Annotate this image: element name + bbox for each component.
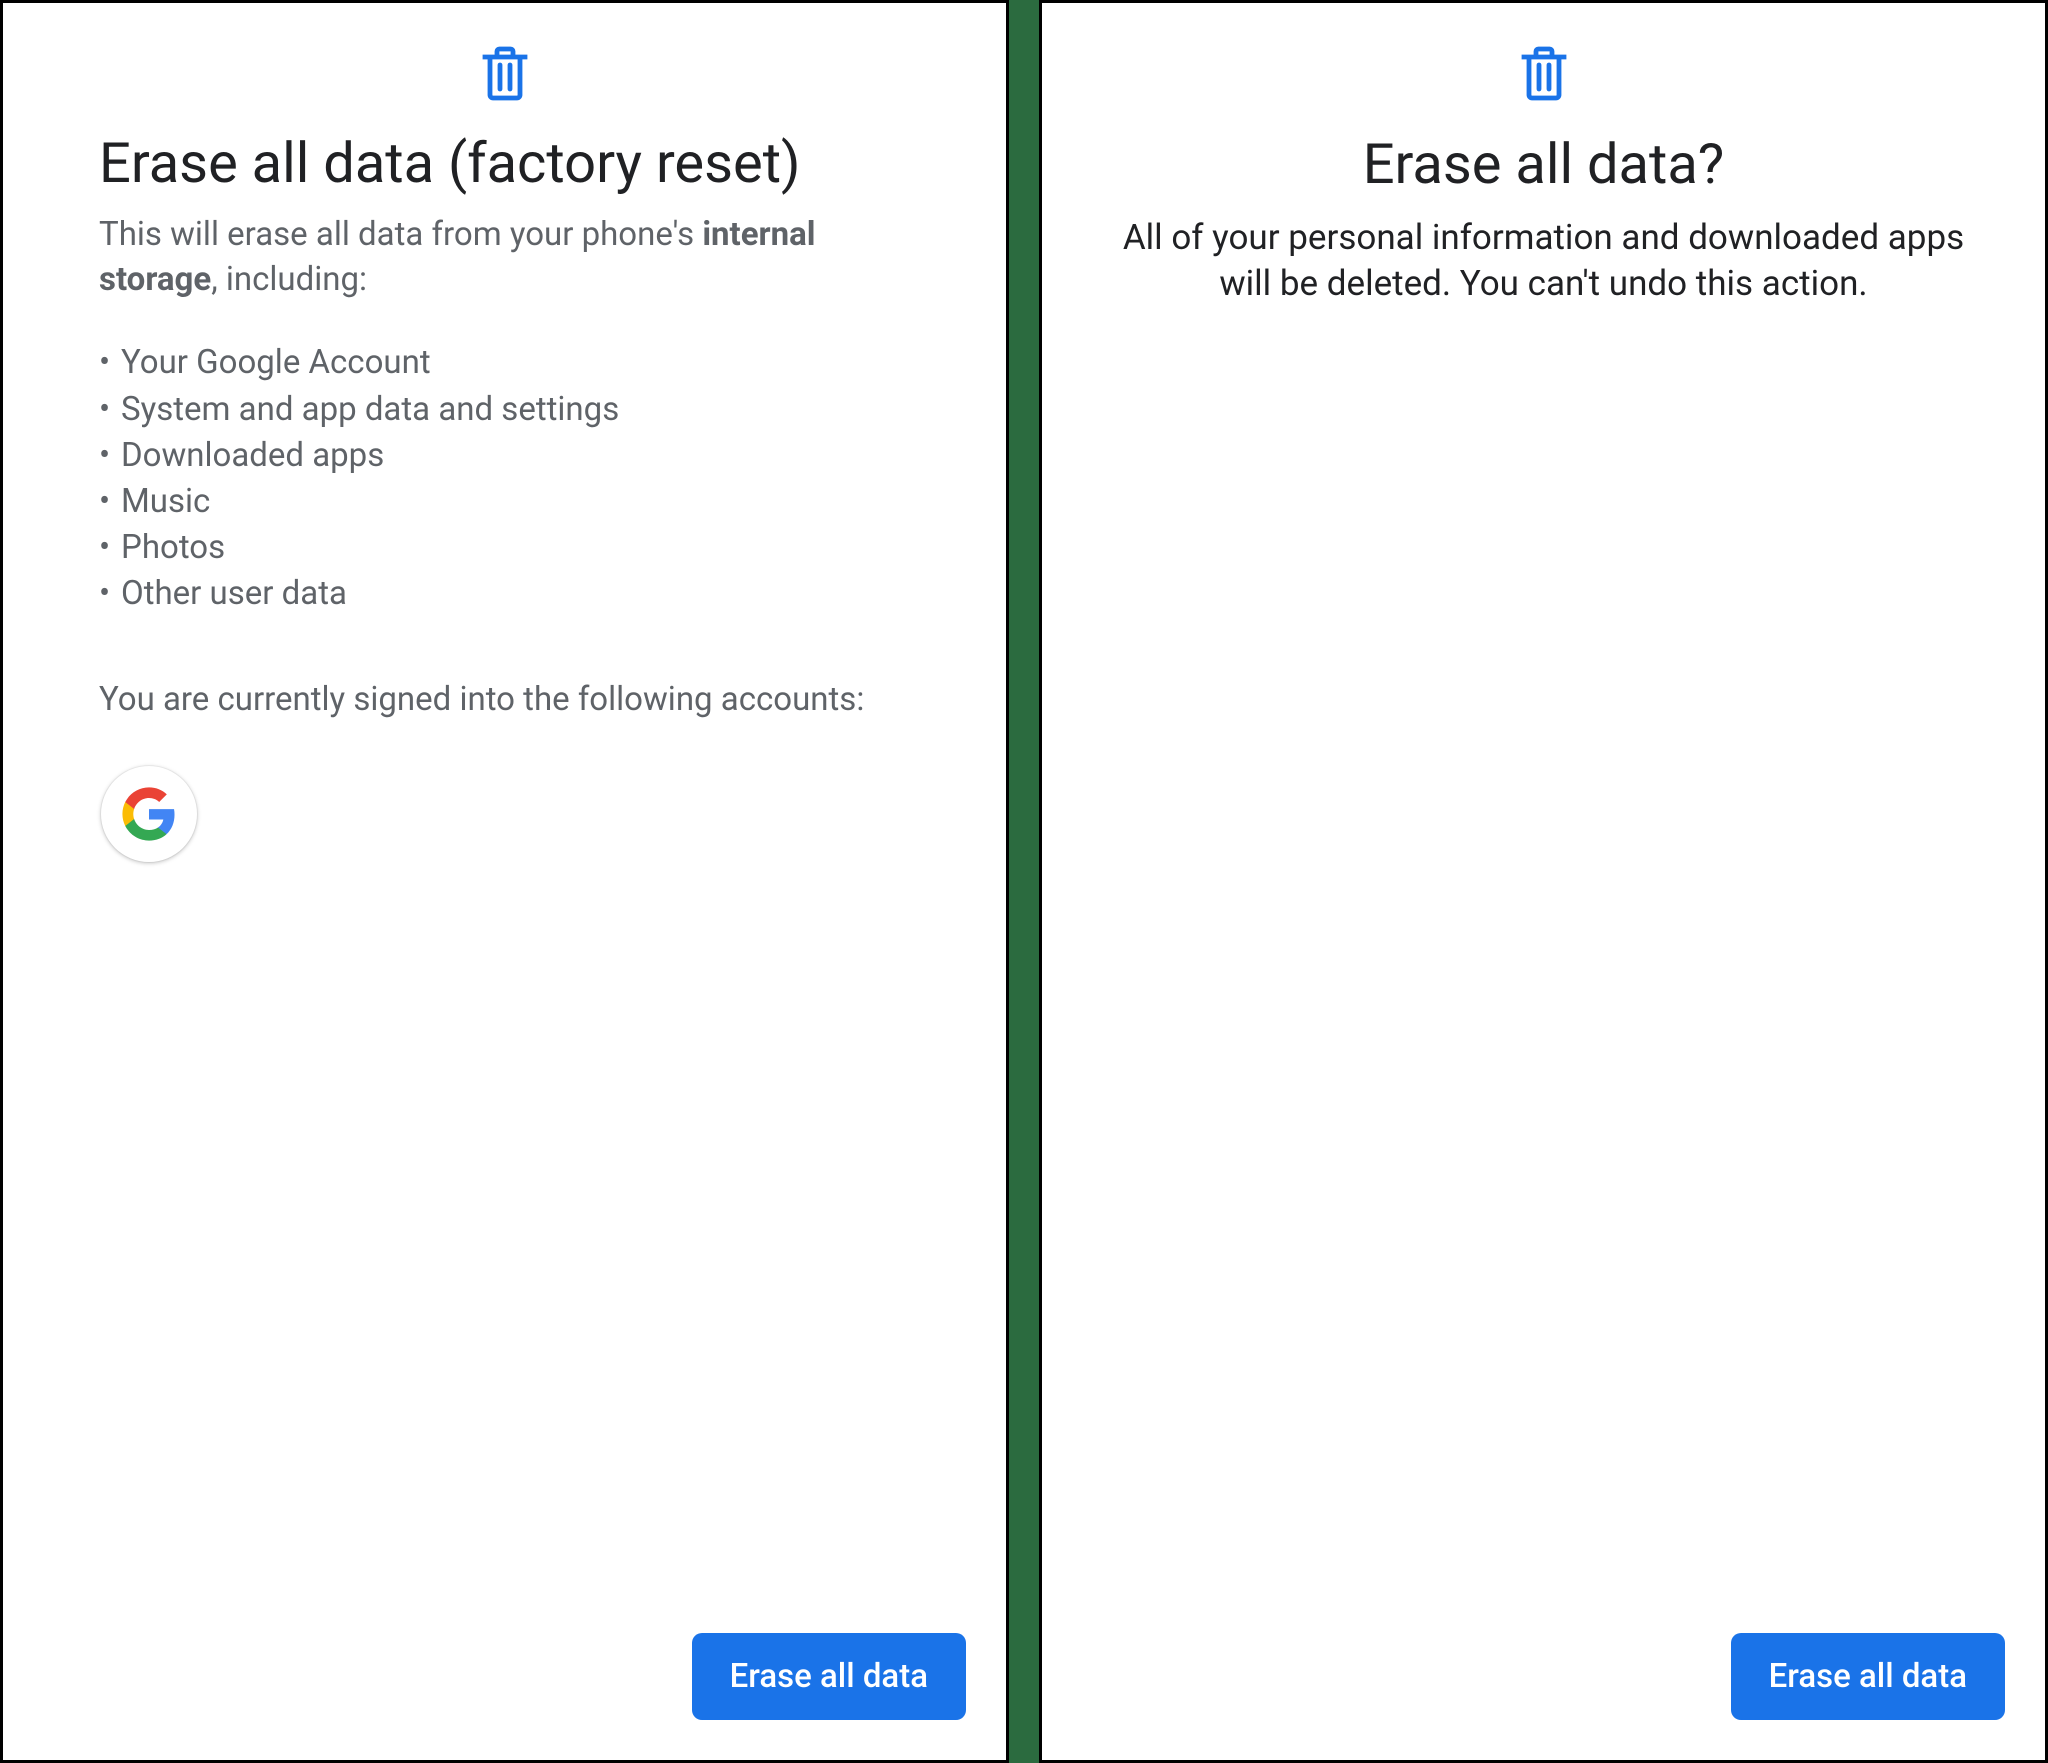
signed-in-text: You are currently signed into the follow… bbox=[99, 678, 910, 723]
bullet-text: Downloaded apps bbox=[121, 433, 384, 479]
subtitle-post: , including: bbox=[211, 260, 367, 299]
subtitle-text: This will erase all data from your phone… bbox=[99, 213, 910, 302]
bullet-text: Your Google Account bbox=[121, 340, 431, 386]
subtitle-pre: This will erase all data from your phone… bbox=[99, 215, 702, 254]
list-item: •Music bbox=[99, 479, 910, 525]
bullet-list: •Your Google Account •System and app dat… bbox=[99, 340, 910, 617]
content-area: Erase all data (factory reset) This will… bbox=[39, 131, 970, 862]
bullet-text: Music bbox=[121, 479, 210, 525]
google-logo-icon bbox=[120, 785, 178, 843]
account-avatar[interactable] bbox=[101, 766, 197, 862]
list-item: •Photos bbox=[99, 525, 910, 571]
bullet-text: Other user data bbox=[121, 571, 347, 617]
list-item: •Your Google Account bbox=[99, 340, 910, 386]
bullet-text: Photos bbox=[121, 525, 225, 571]
factory-reset-screen: Erase all data (factory reset) This will… bbox=[0, 0, 1009, 1763]
list-item: •Other user data bbox=[99, 571, 910, 617]
erase-all-data-button[interactable]: Erase all data bbox=[1731, 1633, 2005, 1720]
header-icon-wrap bbox=[39, 45, 970, 101]
page-title: Erase all data (factory reset) bbox=[99, 131, 910, 195]
list-item: •Downloaded apps bbox=[99, 433, 910, 479]
confirm-erase-screen: Erase all data? All of your personal inf… bbox=[1039, 0, 2048, 1763]
trash-icon bbox=[481, 45, 529, 101]
list-item: •System and app data and settings bbox=[99, 387, 910, 433]
confirmation-text: All of your personal information and dow… bbox=[1078, 215, 2009, 306]
header-icon-wrap bbox=[1078, 45, 2009, 101]
page-title: Erase all data? bbox=[1078, 131, 2009, 197]
trash-icon bbox=[1520, 45, 1568, 101]
erase-all-data-button[interactable]: Erase all data bbox=[692, 1633, 966, 1720]
bullet-text: System and app data and settings bbox=[121, 387, 619, 433]
